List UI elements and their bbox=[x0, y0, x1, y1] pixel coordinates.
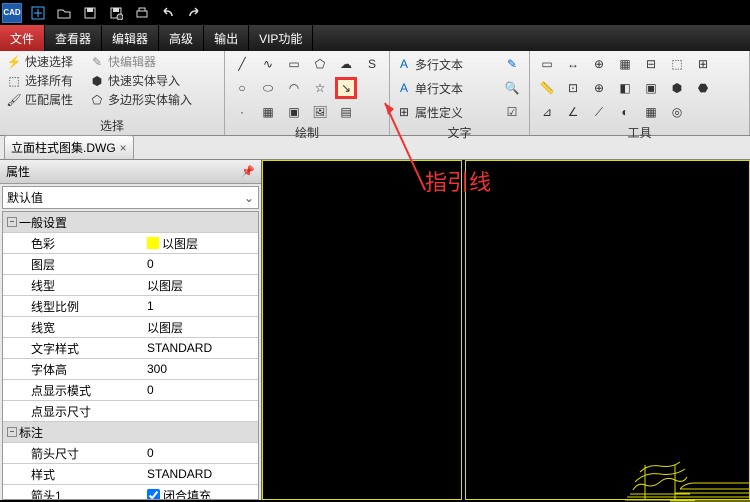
block-icon[interactable]: ▣ bbox=[283, 101, 305, 123]
tool-7[interactable]: ⊞ bbox=[692, 53, 714, 75]
pin-icon[interactable]: 📌 bbox=[241, 165, 255, 178]
print-icon[interactable] bbox=[132, 3, 152, 23]
prop-row[interactable]: 箭头尺寸0 bbox=[3, 443, 258, 464]
polygon-input-button[interactable]: ⬠多边形实体输入 bbox=[89, 91, 192, 108]
menu-viewer[interactable]: 查看器 bbox=[45, 25, 102, 51]
polygon-icon[interactable]: ⬠ bbox=[309, 53, 331, 75]
tool-5[interactable]: ⊟ bbox=[640, 53, 662, 75]
menu-vip[interactable]: VIP功能 bbox=[249, 25, 313, 51]
prop-row[interactable]: 线宽以图层 bbox=[3, 317, 258, 338]
tool-2[interactable]: ↔ bbox=[562, 53, 584, 75]
text-tool-2[interactable]: 🔍 bbox=[501, 77, 523, 99]
file-tab[interactable]: 立面柱式图集.DWG × bbox=[4, 135, 134, 159]
annotation-text: 指引线 bbox=[425, 165, 491, 197]
tool-16[interactable]: ∠ bbox=[562, 101, 584, 123]
panel-text-label: 文字 bbox=[396, 123, 523, 142]
prop-row[interactable]: 图层0 bbox=[3, 254, 258, 275]
spline-icon[interactable]: S bbox=[361, 53, 383, 75]
tool-9[interactable]: ⊡ bbox=[562, 77, 584, 99]
point-icon[interactable]: · bbox=[231, 101, 253, 123]
attdef-button[interactable]: ⊞属性定义 bbox=[396, 104, 463, 121]
tool-20[interactable]: ◎ bbox=[666, 101, 688, 123]
hatch-icon[interactable]: ▦ bbox=[257, 101, 279, 123]
prop-row[interactable]: 点显示模式0 bbox=[3, 380, 258, 401]
menu-advanced[interactable]: 高级 bbox=[159, 25, 204, 51]
menu-file[interactable]: 文件 bbox=[0, 25, 45, 51]
app-icon: CAD bbox=[2, 3, 22, 23]
quick-edit-button: ✎快编辑器 bbox=[89, 53, 156, 70]
tool-18[interactable]: ◐ bbox=[614, 101, 636, 123]
tool-15[interactable]: ⊿ bbox=[536, 101, 558, 123]
tool-11[interactable]: ◧ bbox=[614, 77, 636, 99]
ellipse-icon[interactable]: ⬭ bbox=[257, 77, 279, 99]
star-icon[interactable]: ☆ bbox=[309, 77, 331, 99]
line-icon[interactable]: ╱ bbox=[231, 53, 253, 75]
prop-row[interactable]: 色彩 以图层 bbox=[3, 233, 258, 254]
viewport-right bbox=[465, 160, 750, 500]
undo-icon[interactable] bbox=[158, 3, 178, 23]
tool-14[interactable]: ⬣ bbox=[692, 77, 714, 99]
tool-3[interactable]: ⊕ bbox=[588, 53, 610, 75]
text-tool-3[interactable]: ☑ bbox=[501, 101, 523, 123]
menu-editor[interactable]: 编辑器 bbox=[102, 25, 159, 51]
leader-icon[interactable]: ↘ bbox=[335, 77, 357, 99]
menu-output[interactable]: 输出 bbox=[204, 25, 249, 51]
close-tab-icon[interactable]: × bbox=[120, 141, 127, 155]
solid-import-button[interactable]: ⬢快速实体导入 bbox=[89, 72, 180, 89]
redo-icon[interactable] bbox=[184, 3, 204, 23]
table-icon[interactable]: ▤ bbox=[335, 101, 357, 123]
polyline-icon[interactable]: ∿ bbox=[257, 53, 279, 75]
prop-row[interactable]: 样式STANDARD bbox=[3, 464, 258, 485]
text-tool-1[interactable]: ✎ bbox=[501, 53, 523, 75]
arc-icon[interactable]: ◠ bbox=[283, 77, 305, 99]
save-icon[interactable] bbox=[80, 3, 100, 23]
props-combo[interactable]: 默认值⌄ bbox=[2, 186, 259, 209]
tool-1[interactable]: ▭ bbox=[536, 53, 558, 75]
prop-row[interactable]: 文字样式STANDARD bbox=[3, 338, 258, 359]
stext-button[interactable]: A单行文本 bbox=[396, 80, 463, 97]
circle-icon[interactable]: ○ bbox=[231, 77, 253, 99]
panel-tools-label: 工具 bbox=[536, 123, 743, 142]
tool-19[interactable]: ▦ bbox=[640, 101, 662, 123]
props-title: 属性📌 bbox=[0, 160, 261, 184]
open-icon[interactable] bbox=[54, 3, 74, 23]
prop-row[interactable]: 线型以图层 bbox=[3, 275, 258, 296]
prop-row[interactable]: 点显示尺寸 bbox=[3, 401, 258, 422]
tool-10[interactable]: ⊕ bbox=[588, 77, 610, 99]
new-icon[interactable] bbox=[28, 3, 48, 23]
match-props-button[interactable]: 🖌匹配属性 bbox=[6, 91, 73, 108]
prop-row[interactable]: 字体高300 bbox=[3, 359, 258, 380]
mtext-button[interactable]: A多行文本 bbox=[396, 56, 463, 73]
tool-13[interactable]: ⬢ bbox=[666, 77, 688, 99]
select-all-button[interactable]: ⬚选择所有 bbox=[6, 72, 73, 89]
tool-8[interactable]: 📏 bbox=[536, 77, 558, 99]
rect-icon[interactable]: ▭ bbox=[283, 53, 305, 75]
tool-4[interactable]: ▦ bbox=[614, 53, 636, 75]
saveas-icon[interactable] bbox=[106, 3, 126, 23]
tree-toggle[interactable]: − bbox=[7, 427, 17, 437]
panel-select-label: 选择 bbox=[6, 116, 218, 135]
tree-toggle[interactable]: − bbox=[7, 217, 17, 227]
tool-6[interactable]: ⬚ bbox=[666, 53, 688, 75]
revcloud-icon[interactable]: ☁ bbox=[335, 53, 357, 75]
base-drawing bbox=[670, 477, 750, 502]
prop-row[interactable]: 线型比例1 bbox=[3, 296, 258, 317]
prop-row[interactable]: 箭头1 闭合填充 bbox=[3, 485, 258, 500]
chevron-down-icon: ⌄ bbox=[244, 191, 254, 205]
tool-17[interactable]: ⟋ bbox=[588, 101, 610, 123]
quick-select-button[interactable]: ⚡快速选择 bbox=[6, 53, 73, 70]
viewport-left bbox=[262, 160, 462, 500]
panel-draw-label: 绘制 bbox=[231, 123, 383, 142]
tool-12[interactable]: ▣ bbox=[640, 77, 662, 99]
image-icon[interactable]: 🖼 bbox=[309, 101, 331, 123]
